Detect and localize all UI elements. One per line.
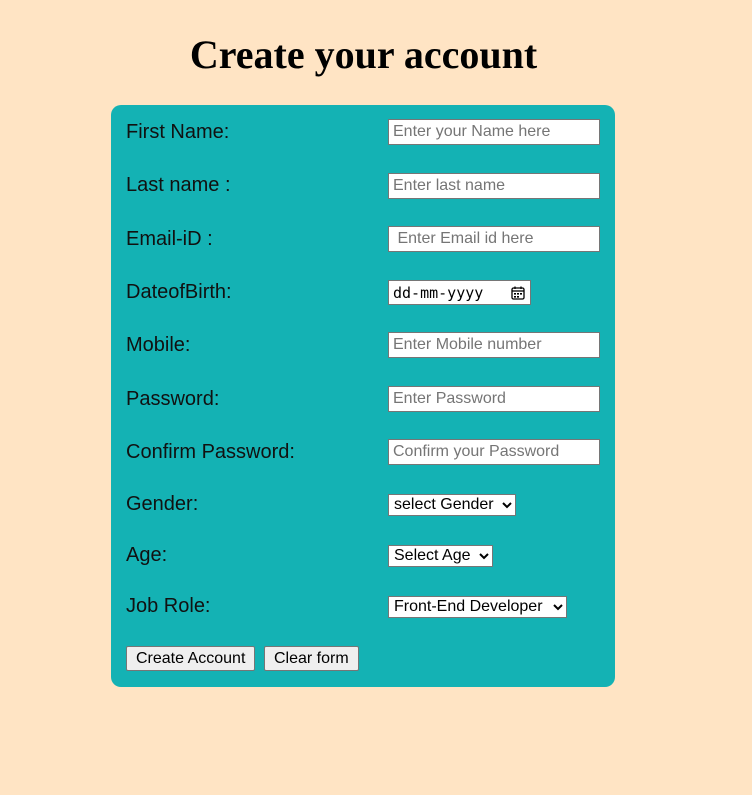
chevron-down-icon xyxy=(501,499,513,511)
first-name-field[interactable] xyxy=(388,119,600,145)
last-name-label: Last name : xyxy=(126,174,231,196)
mobile-label: Mobile: xyxy=(126,334,191,356)
page-title: Create your account xyxy=(189,32,538,77)
gender-selected-value: select Gender xyxy=(394,496,494,513)
dob-field[interactable]: dd-mm-yyyy xyxy=(388,280,531,305)
mobile-field[interactable] xyxy=(388,332,600,358)
age-label: Age: xyxy=(126,544,168,566)
job-role-selected-value: Front-End Developer xyxy=(394,598,543,615)
create-account-button[interactable]: Create Account xyxy=(126,646,256,671)
job-role-label: Job Role: xyxy=(126,595,211,617)
age-selected-value: Select Age xyxy=(394,547,471,564)
dob-value: dd-mm-yyyy xyxy=(393,283,484,302)
email-label: Email-iD : xyxy=(126,228,213,250)
chevron-down-icon xyxy=(478,550,490,562)
age-select[interactable]: Select Age xyxy=(388,545,493,567)
password-label: Password: xyxy=(126,388,220,410)
gender-select[interactable]: select Gender xyxy=(388,494,516,516)
confirm-password-field[interactable] xyxy=(388,439,600,465)
email-field[interactable] xyxy=(388,226,600,252)
last-name-field[interactable] xyxy=(388,173,600,199)
signup-form: First Name: Last name : Email-iD : Dateo… xyxy=(111,105,615,687)
chevron-down-icon xyxy=(552,601,564,613)
dob-label: DateofBirth: xyxy=(126,281,232,303)
password-field[interactable] xyxy=(388,386,600,412)
gender-label: Gender: xyxy=(126,493,199,515)
job-role-select[interactable]: Front-End Developer xyxy=(388,596,567,618)
confirm-password-label: Confirm Password: xyxy=(126,441,295,463)
first-name-label: First Name: xyxy=(126,121,230,143)
clear-form-button[interactable]: Clear form xyxy=(264,646,359,671)
calendar-icon[interactable] xyxy=(510,285,526,301)
